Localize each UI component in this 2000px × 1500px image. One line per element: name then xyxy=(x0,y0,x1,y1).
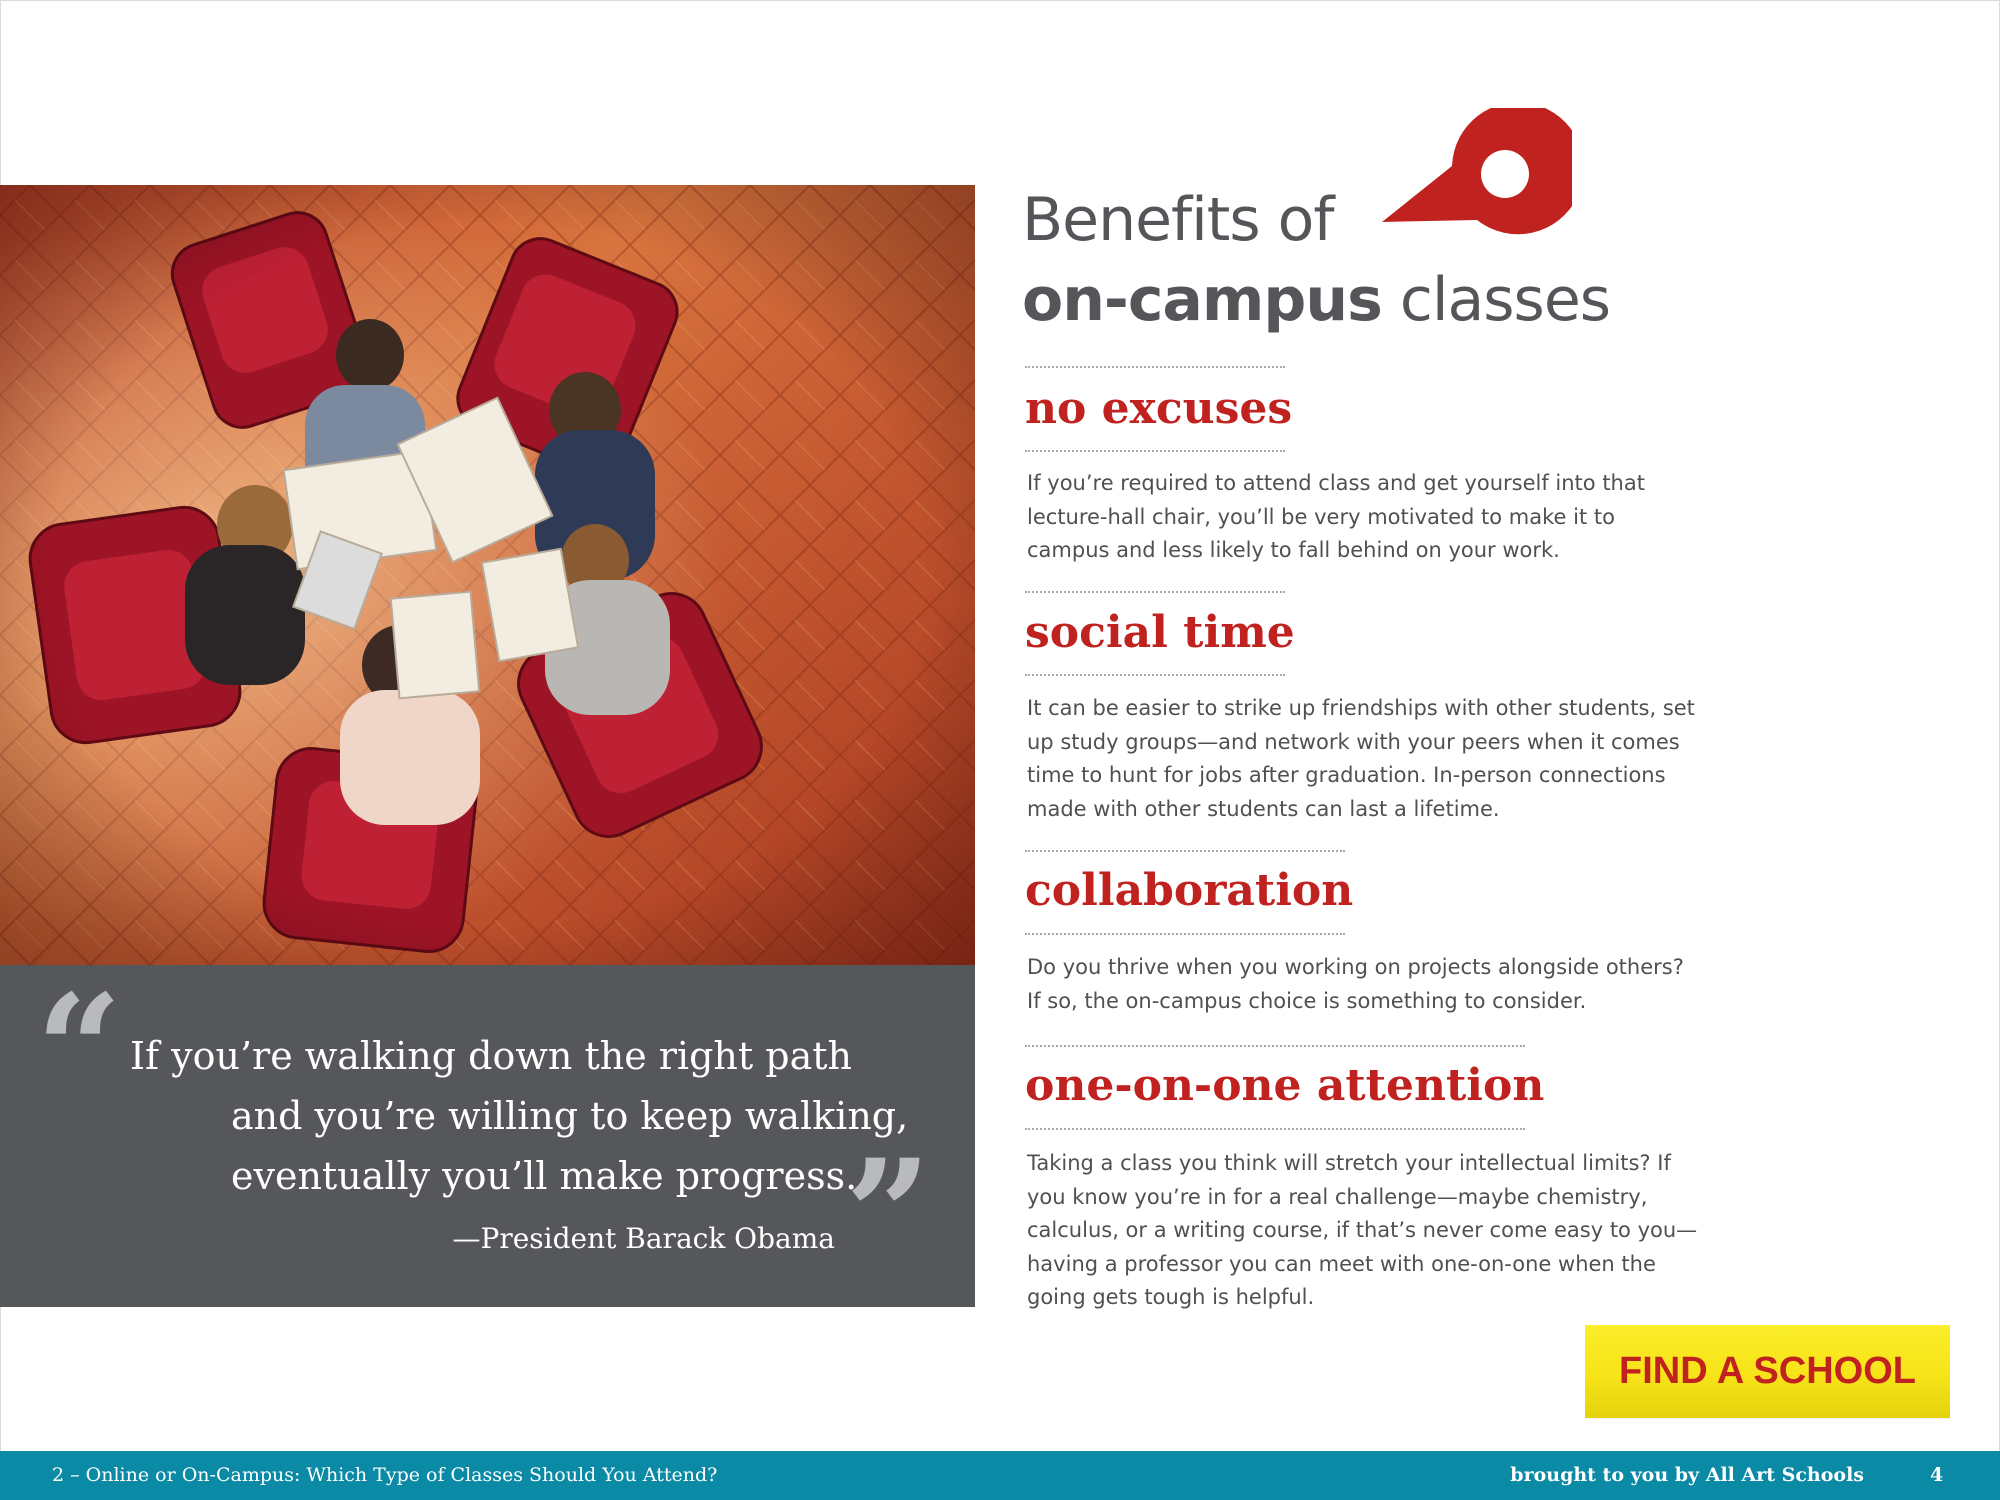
benefit-text-social-time: It can be easier to strike up friendship… xyxy=(1027,692,1695,826)
divider xyxy=(1025,674,1285,676)
text-line: up study groups—and network with your pe… xyxy=(1027,729,1680,754)
text-line: made with other students can last a life… xyxy=(1027,796,1500,821)
close-quote-mark: ” xyxy=(845,1127,931,1303)
quote-line-3: eventually you’ll make progress. xyxy=(231,1154,858,1198)
benefit-title-social-time: social time xyxy=(1025,607,1295,658)
benefit-title-collaboration: collaboration xyxy=(1025,865,1354,916)
divider xyxy=(1025,450,1285,452)
benefit-text-no-excuses: If you’re required to attend class and g… xyxy=(1027,467,1645,568)
benefit-text-collaboration: Do you thrive when you working on projec… xyxy=(1027,951,1684,1018)
map-pin-icon xyxy=(1382,102,1584,242)
page-number: 4 xyxy=(1930,1464,1944,1486)
text-line: Taking a class you think will stretch yo… xyxy=(1027,1151,1671,1175)
text-line: If you’re required to attend class and g… xyxy=(1027,471,1645,495)
divider xyxy=(1025,933,1345,935)
divider xyxy=(1025,591,1285,593)
text-line: lecture-hall chair, you’ll be very motiv… xyxy=(1027,504,1615,529)
quote-attribution: —President Barack Obama xyxy=(452,1222,835,1255)
heading-line-2: on-campus classes xyxy=(1022,262,1611,338)
divider xyxy=(1025,1045,1525,1047)
text-line: you know you’re in for a real challenge—… xyxy=(1027,1184,1648,1209)
open-quote-mark: “ xyxy=(36,962,122,1138)
quote-line-2: and you’re willing to keep walking, xyxy=(231,1094,909,1138)
find-a-school-button[interactable]: FIND A SCHOOL xyxy=(1585,1325,1950,1418)
footer-bar: 2 – Online or On-Campus: Which Type of C… xyxy=(0,1451,2000,1500)
divider xyxy=(1025,1128,1525,1130)
divider xyxy=(1025,850,1345,852)
text-line: going gets tough is helpful. xyxy=(1027,1285,1315,1309)
heading-bold-part: on-campus xyxy=(1022,265,1383,335)
text-line: If so, the on-campus choice is something… xyxy=(1027,988,1587,1013)
quote-line-1: If you’re walking down the right path xyxy=(130,1034,852,1078)
text-line: It can be easier to strike up friendship… xyxy=(1027,696,1695,720)
text-line: Do you thrive when you working on projec… xyxy=(1027,955,1684,979)
benefit-title-no-excuses: no excuses xyxy=(1025,383,1293,434)
text-line: calculus, or a writing course, if that’s… xyxy=(1027,1218,1698,1242)
benefit-text-one-on-one-attention: Taking a class you think will stretch yo… xyxy=(1027,1147,1697,1315)
text-line: time to hunt for jobs after graduation. … xyxy=(1027,763,1666,787)
heading-line-1: Benefits of xyxy=(1022,185,1334,255)
divider xyxy=(1025,366,1285,368)
footer-credit: brought to you by All Art Schools xyxy=(1510,1464,1864,1486)
students-photo xyxy=(0,185,975,965)
heading-rest-part: classes xyxy=(1381,265,1611,335)
benefit-title-one-on-one-attention: one-on-one attention xyxy=(1025,1060,1545,1111)
text-line: campus and less likely to fall behind on… xyxy=(1027,538,1560,562)
text-line: having a professor you can meet with one… xyxy=(1027,1251,1656,1276)
